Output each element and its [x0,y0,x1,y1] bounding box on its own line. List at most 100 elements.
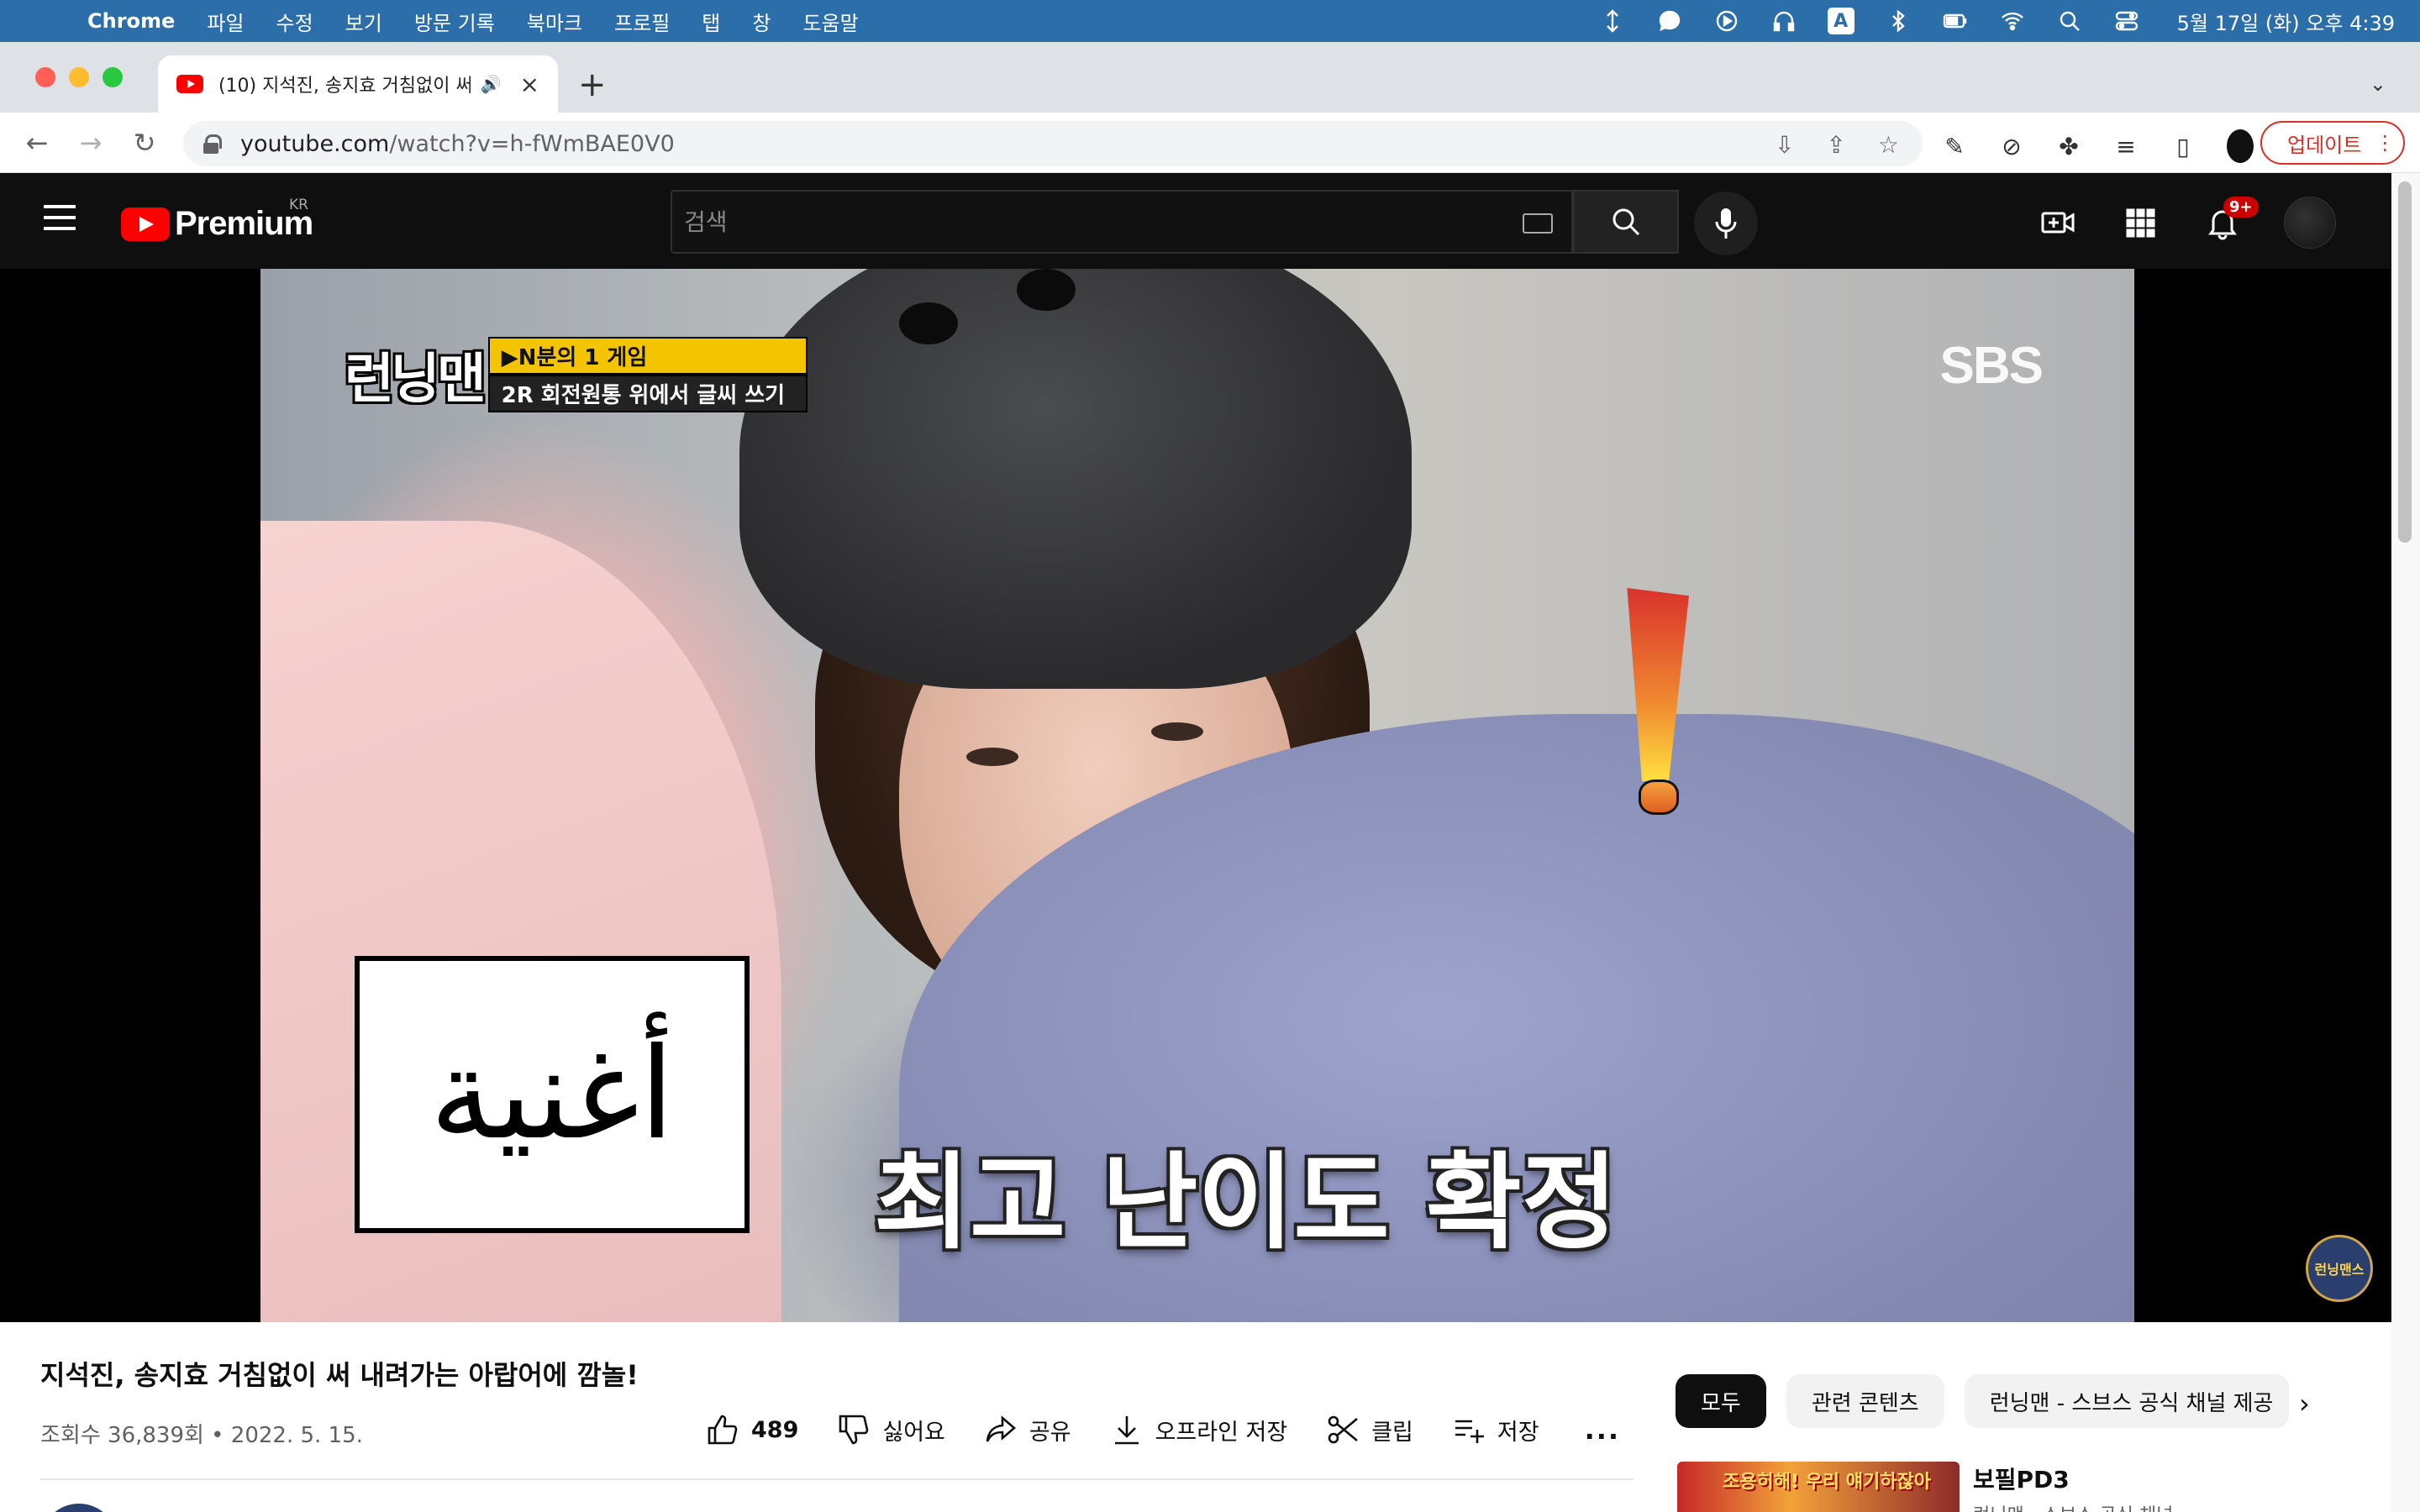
reload-icon[interactable]: ↻ [126,124,163,161]
tab-close-icon[interactable]: × [520,71,539,98]
wifi-icon[interactable] [1999,8,2026,34]
recommended-video-thumbnail[interactable]: 조용히해! 우리 얘기하잖아 [1677,1462,1960,1512]
menu-file[interactable]: 파일 [207,7,244,36]
tab-audio-icon[interactable]: 🔊 [481,74,502,94]
chip-related[interactable]: 관련 콘텐츠 [1786,1374,1944,1428]
save-label: 저장 [1497,1419,1539,1446]
show-title: 런닝맨 [345,349,487,411]
new-tab-button[interactable]: + [578,66,607,104]
install-app-icon[interactable]: ⇩ [1775,131,1794,159]
menu-view[interactable]: 보기 [345,7,382,36]
like-button[interactable]: 489 [706,1413,798,1446]
forward-arrow-icon[interactable]: → [72,124,109,161]
recommended-video-title[interactable]: 보필PD3 [1973,1462,2070,1495]
download-button[interactable]: 오프라인 저장 [1110,1413,1288,1446]
account-avatar[interactable] [2284,197,2336,249]
chips-next-chevron-icon[interactable]: › [2299,1388,2310,1420]
sbs-watermark: SBS [1939,337,2044,395]
address-bar[interactable]: youtube.com/watch?v=h-fWmBAE0V0 ⇩ ⇪ ☆ [183,121,1923,166]
create-video-icon[interactable] [2037,202,2079,244]
input-source-icon[interactable]: A [1827,8,1854,34]
left-eye [966,748,1018,766]
youtube-premium-logo[interactable]: Premium KR [121,197,313,243]
chrome-toolbar: ← → ↻ youtube.com/watch?v=h-fWmBAE0V0 ⇩ … [0,113,2420,173]
side-panel-icon[interactable]: ▯ [2170,133,2196,160]
menu-app-name[interactable]: Chrome [87,9,175,33]
thumbs-down-icon [839,1415,869,1445]
chip-channel[interactable]: 런닝맨 - 스브스 공식 채널 제공 [1964,1374,2289,1428]
dislike-button[interactable]: 싫어요 [837,1413,945,1446]
menu-profiles[interactable]: 프로필 [614,7,670,36]
window-minimize-button[interactable] [69,67,89,87]
search-input[interactable] [684,207,1440,236]
bookmark-star-icon[interactable]: ☆ [1878,131,1899,159]
search-button[interactable] [1573,190,1679,254]
tab-search-chevron-icon[interactable]: ⌄ [2370,72,2386,96]
url-text[interactable]: youtube.com/watch?v=h-fWmBAE0V0 [240,131,675,157]
macos-menubar: Chrome 파일 수정 보기 방문 기록 북마크 프로필 탭 창 도움말 A … [0,0,2420,42]
profile-avatar[interactable] [2227,129,2254,163]
download-label: 오프라인 저장 [1155,1419,1288,1446]
messages-icon[interactable] [1656,8,1683,34]
share-icon[interactable]: ⇪ [1826,131,1845,159]
lock-icon[interactable] [203,134,222,154]
keyboard-icon[interactable] [1523,213,1553,234]
running-man-logo: 런닝맨 ▶N분의 1 게임 2R 회전원통 위에서 글씨 쓰기 [345,336,808,413]
channel-watermark-badge[interactable]: 런닝맨스 [2306,1235,2373,1302]
menu-bookmarks[interactable]: 북마크 [527,7,582,36]
voice-search-button[interactable] [1694,192,1758,255]
menu-window[interactable]: 창 [752,7,771,36]
search-box[interactable] [671,190,1573,254]
spotlight-search-icon[interactable] [2056,8,2083,34]
compass-extension-icon[interactable]: ⊘ [1998,133,2025,160]
guide-menu-icon[interactable] [44,205,77,232]
page-scrollbar[interactable] [2391,173,2420,1512]
round-tag: 2R 회전원통 위에서 글씨 쓰기 [487,375,808,412]
back-arrow-icon[interactable]: ← [18,124,55,161]
description-divider [40,1478,1634,1480]
clip-label: 클립 [1371,1419,1413,1446]
save-to-playlist-button[interactable]: 저장 [1452,1413,1539,1446]
window-close-button[interactable] [35,67,55,87]
menu-history[interactable]: 방문 기록 [414,7,495,36]
youtube-play-logo-icon [121,207,170,241]
play-circle-icon[interactable] [1713,8,1740,34]
reading-list-icon[interactable]: ≡ [2112,133,2139,160]
apps-grid-icon[interactable] [2119,202,2161,244]
dislike-label: 싫어요 [882,1419,945,1446]
tab-title: (10) 지석진, 송지효 거침없이 써 [218,76,471,97]
scrollbar-thumb[interactable] [2398,181,2412,543]
search-icon [1612,208,1640,236]
eyedropper-extension-icon[interactable]: ✎ [1941,133,1968,160]
thumbs-up-icon [708,1415,738,1445]
update-button[interactable]: 업데이트 ⋮ [2260,121,2405,165]
channel-avatar[interactable] [40,1504,118,1512]
menu-help[interactable]: 도움말 [802,7,858,36]
headphones-icon[interactable] [1770,8,1797,34]
more-actions-icon[interactable]: ... [1585,1414,1620,1446]
control-center-icon[interactable] [2113,8,2140,34]
video-frame[interactable]: 런닝맨 ▶N분의 1 게임 2R 회전원통 위에서 글씨 쓰기 SBS أغني… [260,269,2134,1322]
video-player[interactable]: 런닝맨 ▶N분의 1 게임 2R 회전원통 위에서 글씨 쓰기 SBS أغني… [0,269,2391,1322]
menubar-clock[interactable]: 5월 17일 (화) 오후 4:39 [2177,7,2395,36]
video-meta[interactable]: 조회수 36,839회 • 2022. 5. 15. [40,1418,363,1449]
clip-button[interactable]: 클립 [1326,1413,1413,1446]
scissors-icon [1328,1415,1359,1444]
menu-tab[interactable]: 탭 [702,7,720,36]
notifications-bell-icon[interactable]: 9+ [2202,197,2259,244]
chrome-menu-icon[interactable]: ⋮ [2375,131,2395,155]
share-button[interactable]: 공유 [984,1413,1071,1446]
battery-icon[interactable] [1942,8,1969,34]
recommended-video-channel[interactable]: 런닝맨 - 스브스 공식 채널 [1973,1500,2173,1512]
video-subtitle: 최고 난이도 확정 [874,1142,1618,1263]
chip-all[interactable]: 모두 [1676,1374,1766,1428]
extensions-puzzle-icon[interactable]: ✤ [2055,133,2082,160]
window-zoom-button[interactable] [103,67,123,87]
bluetooth-icon[interactable] [1885,8,1912,34]
resize-arrows-icon[interactable] [1599,8,1626,34]
video-title: 지석진, 송지효 거침없이 써 내려가는 아랍어에 깜놀! [40,1359,639,1391]
chrome-tab-strip: (10) 지석진, 송지효 거침없이 써 🔊 × + ⌄ [0,42,2420,113]
menu-edit[interactable]: 수정 [276,7,313,36]
microphone-icon [1715,208,1737,239]
browser-tab-active[interactable]: (10) 지석진, 송지효 거침없이 써 🔊 × [158,55,558,113]
